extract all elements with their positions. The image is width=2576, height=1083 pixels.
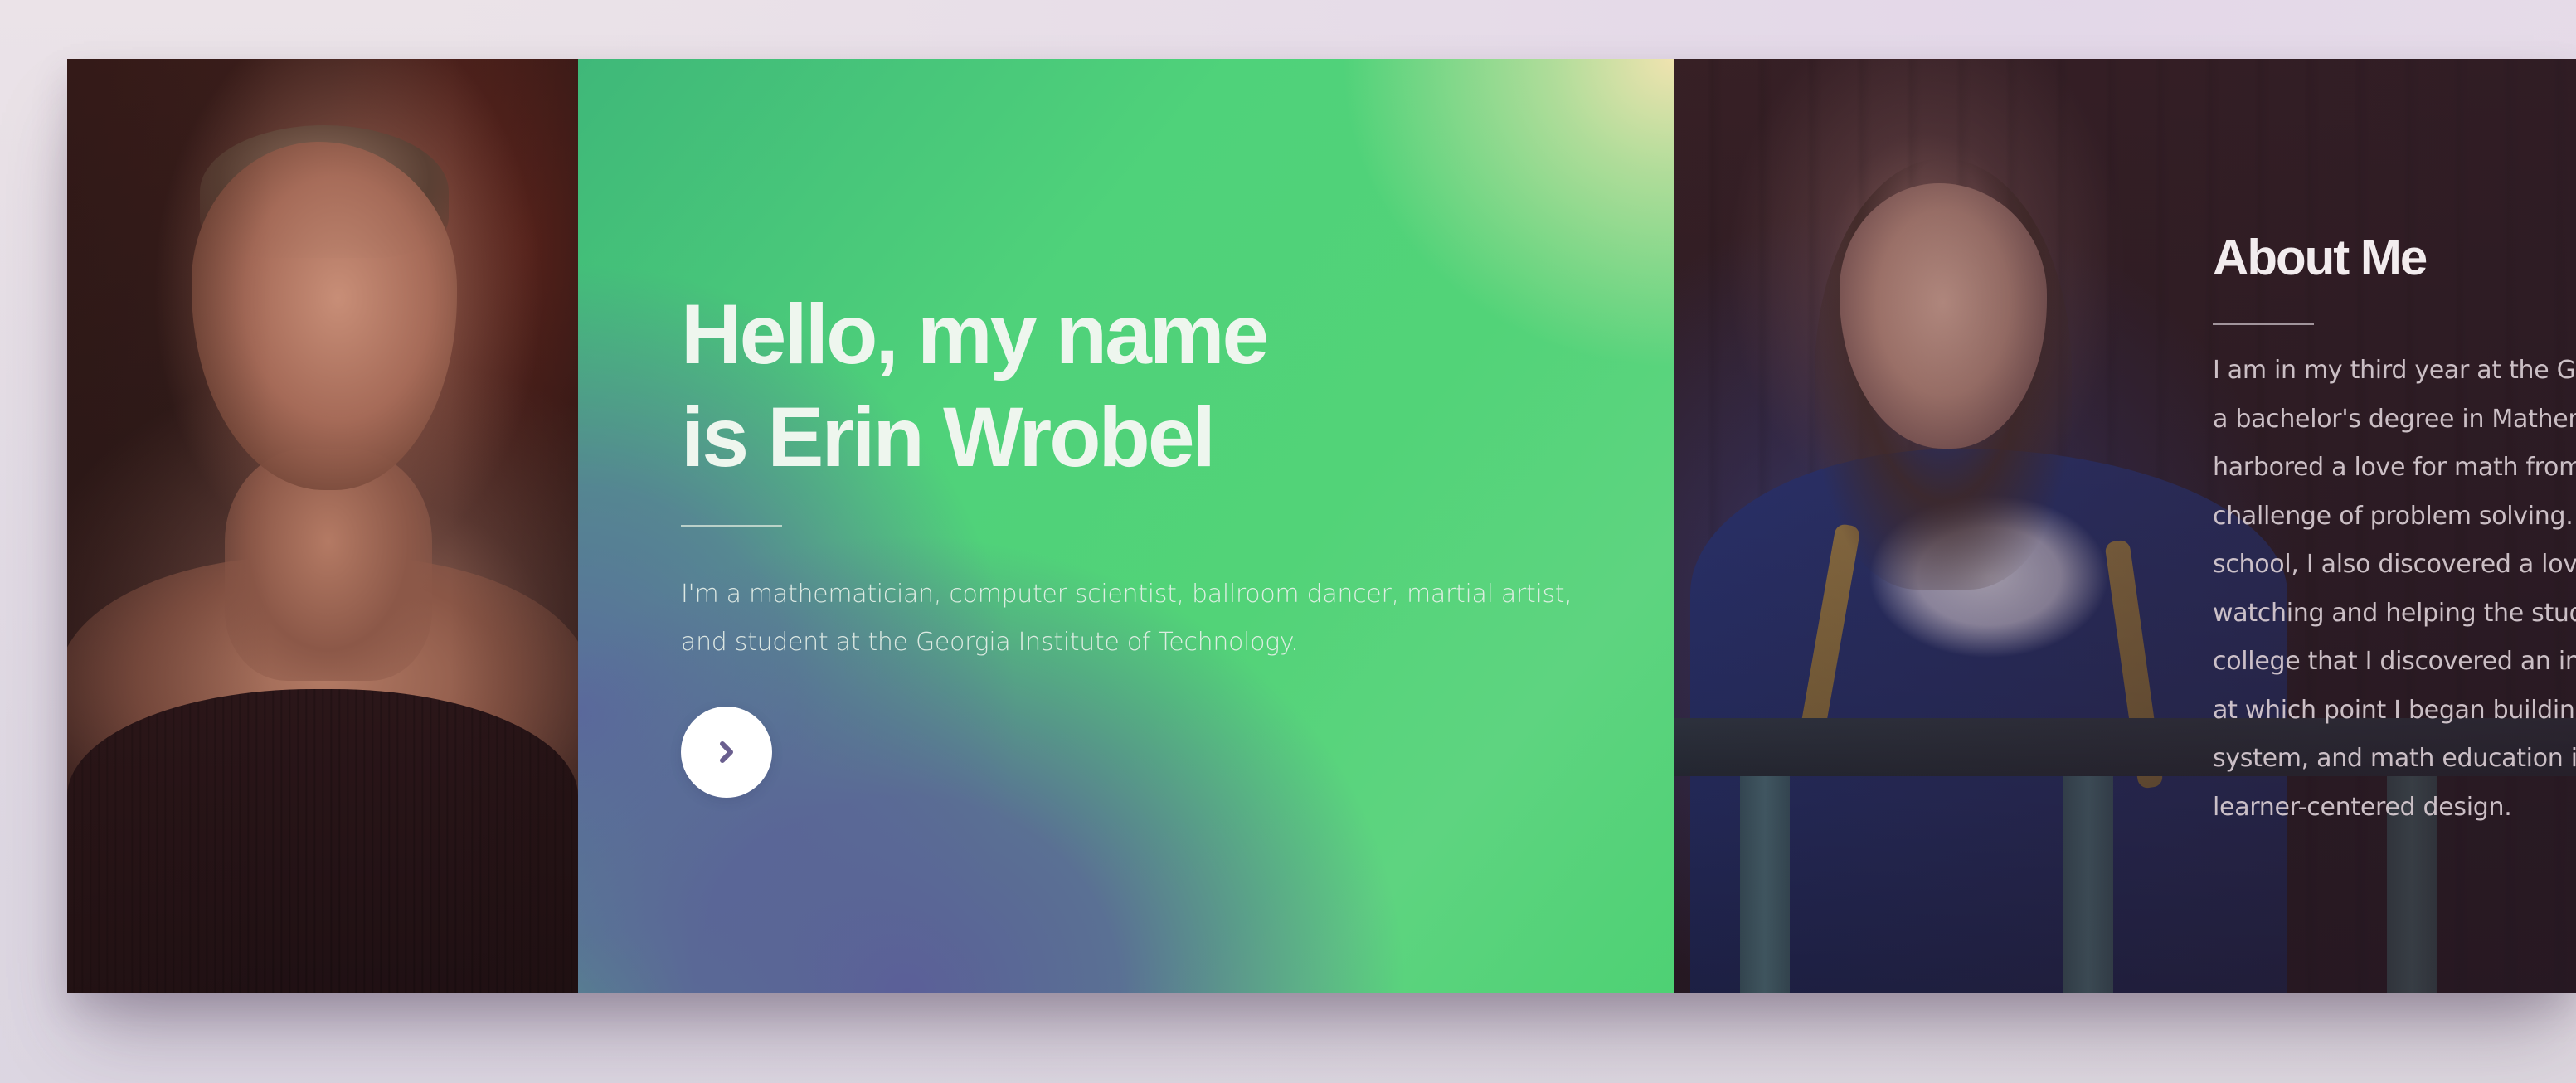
hero-strip: Hello, my name is Erin Wrobel I'm a math… <box>67 59 2576 993</box>
about-line: I am in my third year at the Geo <box>2213 356 2576 385</box>
about-text: I am in my third year at the Geo a bache… <box>2213 347 2576 832</box>
about-line: watching and helping the stude <box>2213 598 2576 628</box>
next-button[interactable] <box>681 707 772 798</box>
hero-divider <box>681 525 782 527</box>
hero-description-line-2: and student at the Georgia Institute of … <box>681 628 1299 657</box>
about-line: challenge of problem solving. W <box>2213 501 2576 531</box>
about-line: harbored a love for math from a <box>2213 453 2576 482</box>
hero-panel: Hello, my name is Erin Wrobel I'm a math… <box>578 59 1674 993</box>
hero-description-line-1: I'm a mathematician, computer scientist,… <box>681 580 1572 609</box>
about-divider <box>2213 323 2314 325</box>
about-title: About Me <box>2213 230 2428 285</box>
about-line: system, and math education in <box>2213 744 2576 773</box>
chevron-right-icon <box>720 741 733 763</box>
about-line: a bachelor's degree in Mathema <box>2213 404 2576 434</box>
portrait-photo-left <box>67 59 578 993</box>
stage-photo-right: About Me I am in my third year at the Ge… <box>1674 59 2576 993</box>
hero-content: Hello, my name is Erin Wrobel I'm a math… <box>681 283 1593 798</box>
about-line: learner-centered design. <box>2213 792 2512 822</box>
hero-title-line-1: Hello, my name <box>681 287 1269 381</box>
about-section: About Me I am in my third year at the Ge… <box>2213 225 2576 832</box>
hero-title-line-2: is Erin Wrobel <box>681 390 1216 484</box>
about-line: college that I discovered an inte <box>2213 647 2576 676</box>
hero-description: I'm a mathematician, computer scientist,… <box>681 571 1593 667</box>
hero-title: Hello, my name is Erin Wrobel <box>681 283 1593 488</box>
photo-shade <box>67 59 578 993</box>
about-line: at which point I began building <box>2213 695 2576 725</box>
about-line: school, I also discovered a love <box>2213 550 2576 579</box>
